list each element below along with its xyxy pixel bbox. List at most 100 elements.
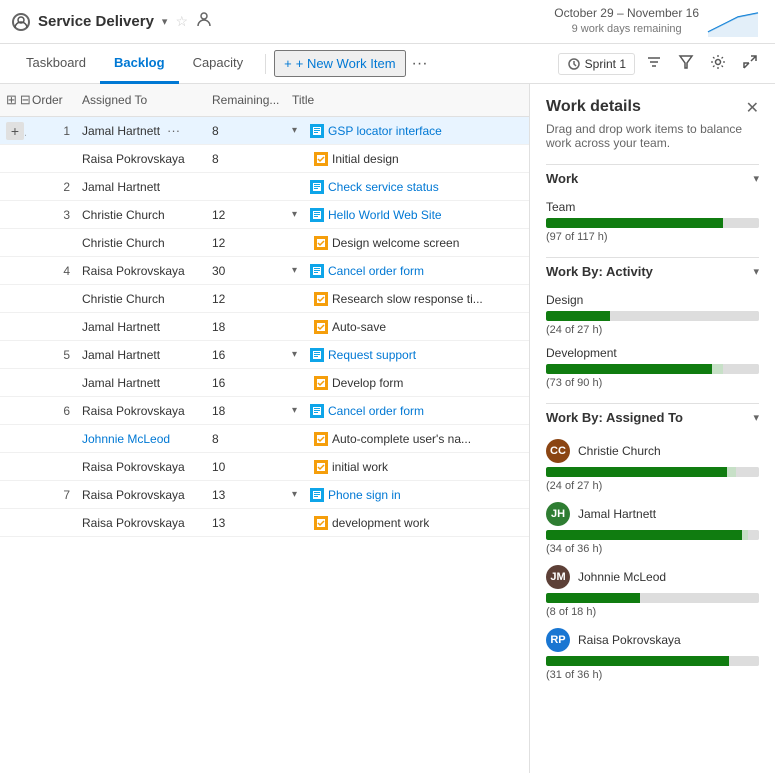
star-icon[interactable]: ☆	[175, 13, 188, 30]
work-item-title[interactable]: Cancel order form	[328, 404, 424, 418]
add-child-button[interactable]: +	[6, 122, 24, 140]
avatar-christie: CC	[546, 439, 570, 463]
person-name-raisa: Raisa Pokrovskaya	[578, 633, 681, 647]
settings-icon[interactable]	[705, 52, 731, 76]
filter-view-icon[interactable]	[641, 52, 667, 76]
work-item-title[interactable]: initial work	[332, 460, 388, 474]
work-item-title[interactable]: Research slow response ti...	[332, 292, 483, 306]
work-item-title[interactable]: Auto-complete user's na...	[332, 432, 471, 446]
expand-row-icon[interactable]: ▾	[292, 405, 306, 416]
sprint-selector[interactable]: Sprint 1	[558, 53, 635, 75]
row-order	[26, 324, 76, 330]
work-item-title[interactable]: Cancel order form	[328, 264, 424, 278]
table-header: ⊞ ⊟ Order Assigned To Remaining... Title	[0, 84, 529, 117]
nav-right: Sprint 1	[558, 52, 763, 76]
expand-row-icon[interactable]: ▾	[292, 489, 306, 500]
johnnie-caption: (8 of 18 h)	[546, 606, 759, 618]
task-icon	[314, 320, 328, 334]
tab-backlog[interactable]: Backlog	[100, 44, 179, 84]
top-right: October 29 – November 16 9 work days rem…	[554, 5, 763, 37]
work-item-title[interactable]: Request support	[328, 348, 416, 362]
work-section: Work ▾ Team (97 of 117 h)	[546, 164, 759, 243]
row-order	[26, 380, 76, 386]
work-item-title[interactable]: Auto-save	[332, 320, 386, 334]
raisa-caption: (31 of 36 h)	[546, 669, 759, 681]
title-cell: initial work	[286, 457, 529, 477]
assigned-name: Jamal Hartnett	[82, 348, 160, 362]
tab-capacity[interactable]: Capacity	[179, 44, 258, 84]
expand-row-icon[interactable]: ▾	[292, 349, 306, 360]
story-icon	[310, 348, 324, 362]
work-item-title[interactable]: Hello World Web Site	[328, 208, 442, 222]
work-item-title[interactable]: Phone sign in	[328, 488, 401, 502]
assigned-section-chevron[interactable]: ▾	[753, 411, 759, 424]
funnel-icon[interactable]	[673, 52, 699, 76]
table-row: Jamal Hartnett 16 Develop form	[0, 369, 529, 397]
chevron-down-icon[interactable]: ▾	[162, 15, 168, 28]
avatar-raisa: RP	[546, 628, 570, 652]
table-row: Jamal Hartnett 18 Auto-save	[0, 313, 529, 341]
assigned-name: Christie Church	[82, 236, 165, 250]
title-cell: ▾ Cancel order form	[286, 261, 529, 281]
assigned-name: Christie Church	[82, 292, 165, 306]
story-icon	[310, 180, 324, 194]
header-title: Title	[286, 89, 529, 111]
title-cell: Initial design	[286, 149, 529, 169]
tab-taskboard[interactable]: Taskboard	[12, 44, 100, 84]
work-item-title[interactable]: Develop form	[332, 376, 403, 390]
more-options-button[interactable]: ···	[406, 51, 434, 77]
jamal-bar-empty	[748, 530, 759, 540]
row-order: 5	[26, 345, 76, 365]
expand-row-icon[interactable]: ▾	[292, 125, 306, 136]
design-bar-fill	[546, 311, 610, 321]
row-order: 1	[26, 121, 76, 141]
expand-all-icon[interactable]: ⊞	[6, 92, 17, 108]
work-item-title[interactable]: Design welcome screen	[332, 236, 459, 250]
assigned-name: Raisa Pokrovskaya	[82, 516, 185, 530]
header-assigned-to: Assigned To	[76, 89, 206, 111]
row-order: 7	[26, 485, 76, 505]
work-item-title[interactable]: Initial design	[332, 152, 399, 166]
new-work-item-button[interactable]: + + New Work Item	[274, 50, 405, 77]
team-bar-empty	[723, 218, 759, 228]
assigned-name: Raisa Pokrovskaya	[82, 460, 185, 474]
title-cell: Research slow response ti...	[286, 289, 529, 309]
title-cell: development work	[286, 513, 529, 533]
table-row: Johnnie McLeod 8 Auto-complete user's na…	[0, 425, 529, 453]
row-add-cell: +	[0, 119, 26, 143]
christie-bar	[546, 467, 759, 477]
remaining-cell: 10	[206, 457, 286, 477]
expand-icon[interactable]	[737, 52, 763, 76]
work-item-title[interactable]: Check service status	[328, 180, 439, 194]
assigned-name: Christie Church	[82, 208, 165, 222]
row-order: 6	[26, 401, 76, 421]
expand-row-icon[interactable]: ▾	[292, 209, 306, 220]
activity-section-chevron[interactable]: ▾	[753, 265, 759, 278]
avatar-jamal: JH	[546, 502, 570, 526]
work-by-assigned-header: Work By: Assigned To ▾	[546, 403, 759, 431]
row-more-button[interactable]: ···	[164, 123, 183, 138]
development-bar-fill	[546, 364, 712, 374]
backlog-panel: ⊞ ⊟ Order Assigned To Remaining... Title…	[0, 84, 530, 773]
work-item-title[interactable]: development work	[332, 516, 429, 530]
nav-tabs: Taskboard Backlog Capacity	[12, 44, 257, 84]
task-icon	[314, 376, 328, 390]
row-add-cell	[0, 408, 26, 414]
expand-row-icon[interactable]: ▾	[292, 265, 306, 276]
work-by-activity-section: Work By: Activity ▾ Design (24 of 27 h) …	[546, 257, 759, 389]
person-icon[interactable]	[196, 11, 212, 32]
days-remaining: 9 work days remaining	[554, 22, 699, 37]
story-icon	[310, 208, 324, 222]
assigned-name: Raisa Pokrovskaya	[82, 152, 185, 166]
close-panel-button[interactable]: ✕	[746, 98, 759, 118]
work-item-title[interactable]: GSP locator interface	[328, 124, 442, 138]
christie-bar-fill	[546, 467, 727, 477]
jamal-bar	[546, 530, 759, 540]
table-row: + 1 Jamal Hartnett ··· 8 ▾ GSP locator i…	[0, 117, 529, 145]
work-section-chevron[interactable]: ▾	[753, 172, 759, 185]
row-add-cell	[0, 240, 26, 246]
team-bar-fill	[546, 218, 723, 228]
assigned-name: Jamal Hartnett	[82, 180, 160, 194]
story-icon	[310, 404, 324, 418]
remaining-cell: 8	[206, 121, 286, 141]
